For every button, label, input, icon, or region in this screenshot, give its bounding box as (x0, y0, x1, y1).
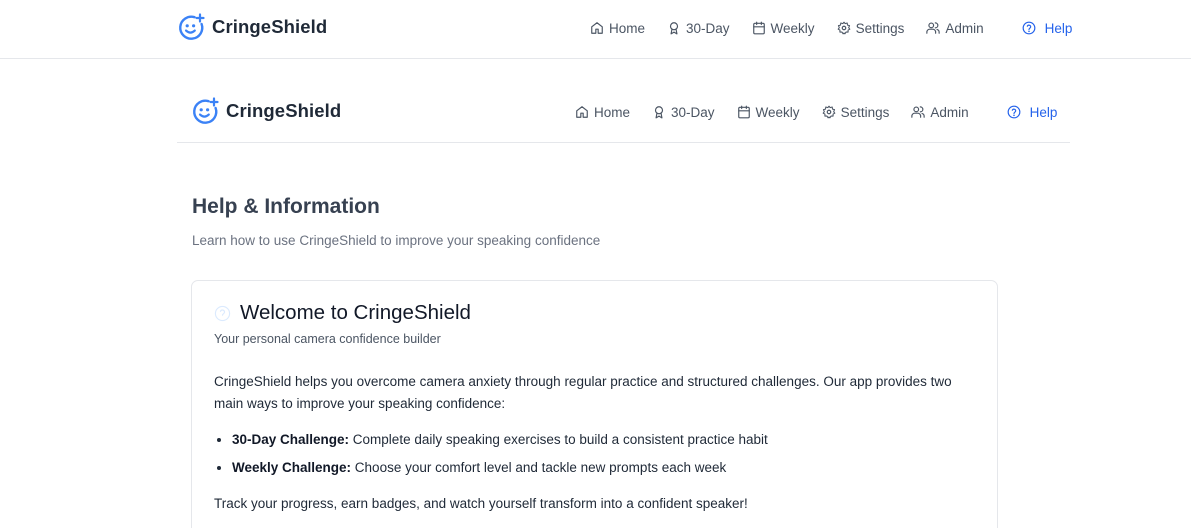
page-subtitle: Learn how to use CringeShield to improve… (192, 233, 601, 248)
nav-home[interactable]: Home (590, 21, 645, 36)
inner-nav-30-day-label: 30-Day (671, 104, 715, 120)
help-circle-icon (1022, 21, 1036, 35)
inner-nav-30-day[interactable]: 30-Day (652, 105, 715, 120)
smile-plus-icon (177, 13, 205, 41)
inner-nav-weekly-label: Weekly (755, 104, 800, 120)
award-icon (652, 105, 666, 119)
nav-weekly-label: Weekly (770, 20, 815, 36)
inner-nav-weekly[interactable]: Weekly (737, 105, 800, 120)
inner-brand-name: CringeShield (226, 100, 342, 121)
nav-admin-label: Admin (945, 20, 984, 36)
nav-settings[interactable]: Settings (837, 20, 905, 36)
help-circle-icon (1007, 105, 1021, 119)
inner-nav-admin[interactable]: Admin (911, 104, 969, 120)
inner-nav-settings-label: Settings (840, 104, 890, 120)
intro-text: CringeShield helps you overcome camera a… (214, 374, 952, 411)
gear-icon (837, 21, 851, 35)
nav-30-day-label: 30-Day (686, 20, 730, 36)
welcome-card: Welcome to CringeShield Your personal ca… (191, 280, 998, 528)
calendar-icon (737, 105, 751, 119)
nav-admin[interactable]: Admin (926, 20, 984, 36)
inner-brand-logo-link[interactable]: CringeShield (191, 97, 341, 125)
feature-name: 30-Day Challenge: (232, 432, 350, 447)
card-title: Welcome to CringeShield (240, 301, 471, 324)
home-icon (575, 105, 589, 119)
nav-30-day[interactable]: 30-Day (667, 21, 730, 36)
nav-weekly[interactable]: Weekly (752, 21, 815, 36)
users-icon (911, 105, 925, 119)
gear-icon (822, 105, 836, 119)
nav-home-label: Home (609, 20, 646, 36)
users-icon (926, 21, 940, 35)
feature-name: Weekly Challenge: (232, 460, 352, 475)
nav-settings-label: Settings (855, 20, 905, 36)
brand-name: CringeShield (212, 16, 328, 37)
calendar-icon (752, 21, 766, 35)
inner-nav-help-label: Help (1029, 104, 1058, 120)
award-icon (667, 21, 681, 35)
home-icon (590, 21, 604, 35)
feature-text: Choose your comfort level and tackle new… (351, 460, 727, 475)
inner-nav-home-label: Home (594, 104, 631, 120)
inner-nav-home[interactable]: Home (575, 105, 630, 120)
nav-help-label: Help (1044, 20, 1073, 36)
list-item: 30-Day Challenge: Complete daily speakin… (232, 429, 984, 451)
main-nav: Home 30-Day Weekly Settings Admin Help (590, 18, 1072, 38)
brand-logo-link[interactable]: CringeShield (177, 13, 327, 41)
inner-nav-admin-label: Admin (930, 104, 969, 120)
inner-nav-settings[interactable]: Settings (822, 104, 890, 120)
smile-plus-icon (191, 97, 219, 125)
help-circle-icon (214, 305, 231, 321)
card-header: Welcome to CringeShield (214, 301, 471, 325)
card-subtitle: Your personal camera confidence builder (214, 332, 441, 346)
inner-nav: Home 30-Day Weekly Settings Admin Help (575, 102, 1057, 122)
top-header: CringeShield Home 30-Day Weekly Settings… (0, 0, 1191, 59)
closing-text: Track your progress, earn badges, and wa… (214, 496, 748, 511)
inner-nav-help[interactable]: Help (1007, 104, 1058, 120)
nav-help[interactable]: Help (1022, 20, 1073, 36)
list-item: Weekly Challenge: Choose your comfort le… (232, 457, 984, 479)
feature-list: 30-Day Challenge: Complete daily speakin… (214, 429, 984, 479)
page-title: Help & Information (192, 195, 380, 218)
card-body: CringeShield helps you overcome camera a… (214, 371, 984, 515)
feature-text: Complete daily speaking exercises to bui… (349, 432, 768, 447)
